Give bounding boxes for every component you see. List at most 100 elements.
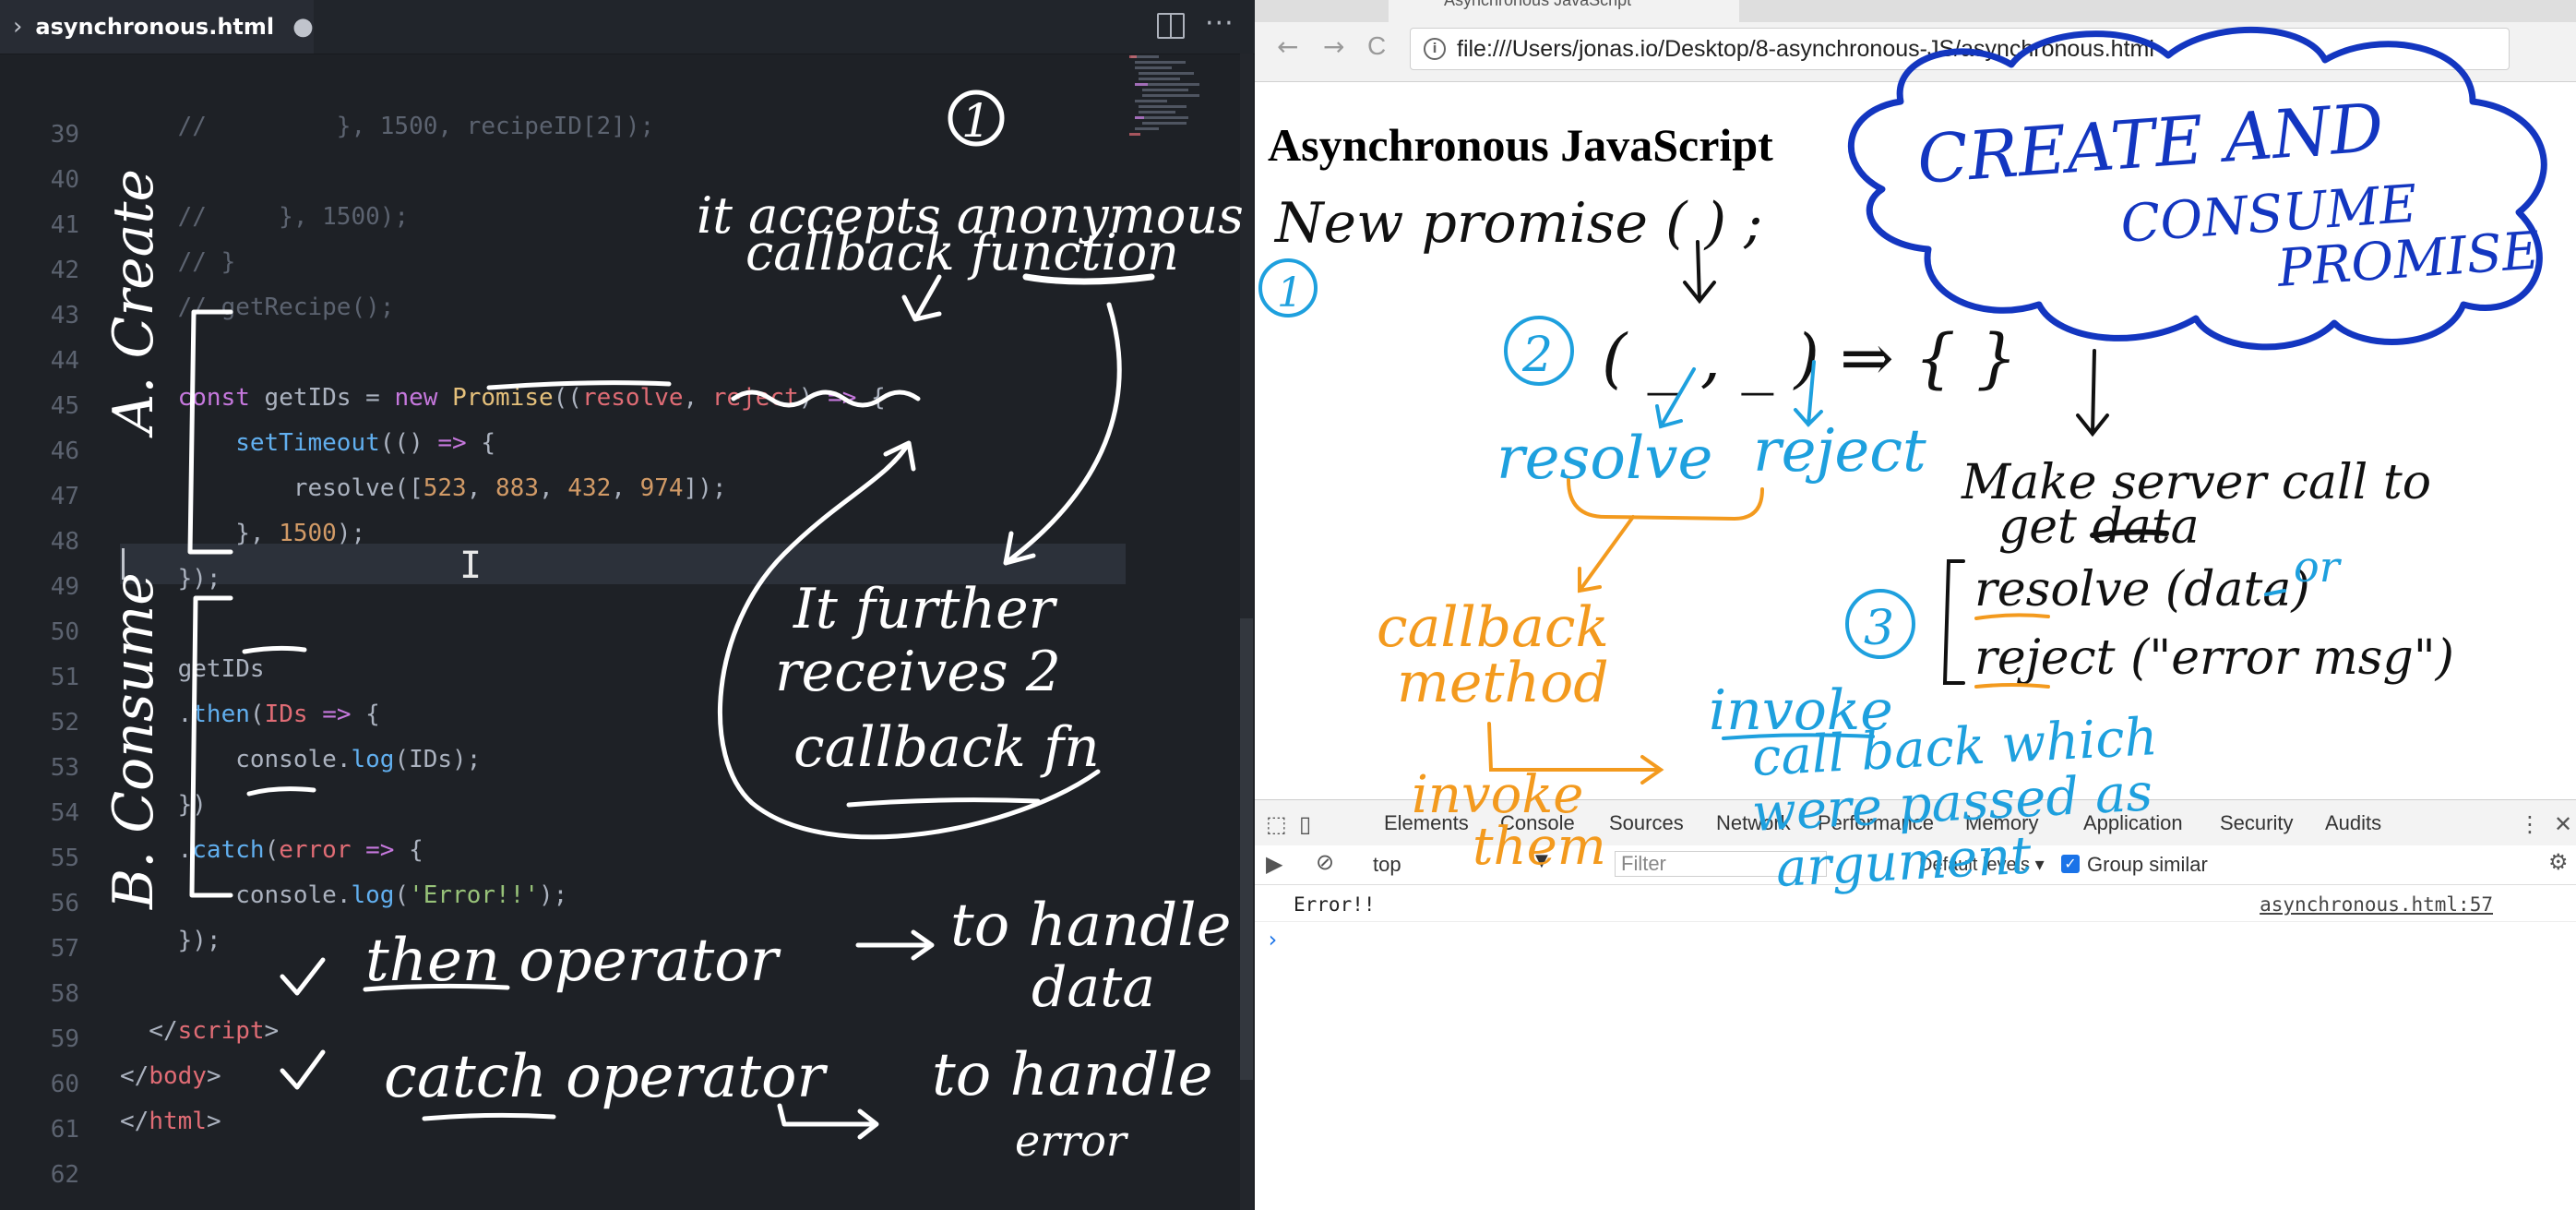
browser-tab[interactable]: Asynchronous JavaScript [1389, 0, 1739, 22]
code-token: getIDs [264, 384, 352, 412]
code-token: . [336, 881, 352, 909]
code-token: (( [553, 384, 582, 412]
code-token: }); [120, 927, 221, 954]
page-heading: Asynchronous JavaScript [1268, 119, 1773, 171]
code-token: > [206, 1062, 221, 1090]
code-token: }) [120, 791, 207, 819]
code-token: ( [394, 881, 410, 909]
tab-application[interactable]: Application [2083, 811, 2183, 835]
devtools-menu-icon[interactable]: ⋮ [2519, 811, 2541, 837]
tab-sources[interactable]: Sources [1609, 811, 1684, 835]
forward-arrow-icon[interactable]: → [1323, 31, 1344, 62]
tab-audits[interactable]: Audits [2325, 811, 2381, 835]
code-token: . [120, 836, 193, 864]
code-line[interactable]: </script> [120, 1011, 279, 1051]
code-token: 974 [639, 474, 684, 502]
code-line[interactable]: console.log(IDs); [120, 739, 481, 780]
chevron-down-icon[interactable]: ▼ [1535, 851, 1548, 870]
code-line[interactable]: }); [120, 558, 221, 599]
devtools-panel: ⬚ ▯ Elements Console Sources Network Per… [1255, 799, 2576, 1210]
code-token: // }, 1500); [120, 203, 410, 231]
code-line[interactable]: // } [120, 242, 236, 282]
tab-performance[interactable]: Performance [1818, 811, 1934, 835]
code-token: log [351, 746, 395, 773]
context-select[interactable]: top [1373, 853, 1559, 877]
code-line[interactable]: }) [120, 785, 207, 825]
minimap[interactable] [1127, 54, 1229, 201]
modified-dot-icon[interactable]: ● [292, 13, 314, 41]
console-prompt[interactable]: › [1266, 927, 1279, 952]
line-number-gutter: 39 40 41 42 43 44 45 46 47 48 49 50 51 52 53 54 55 56 57 58… [0, 54, 101, 1210]
log-levels-select[interactable]: Default levels ▾ [1919, 853, 2045, 876]
more-actions-icon[interactable]: ··· [1205, 7, 1234, 40]
code-token: Promise [452, 384, 554, 412]
clear-console-icon[interactable]: ⊘ [1316, 849, 1334, 875]
code-line[interactable]: }, 1500); [120, 513, 365, 554]
code-editor[interactable]: › asynchronous.html ● ··· 39 40 41 42 43 44 45… [0, 0, 1255, 1210]
show-sidebar-icon[interactable]: ▶ [1266, 851, 1282, 877]
tab-network[interactable]: Network [1716, 811, 1791, 835]
split-editor-icon[interactable] [1157, 13, 1185, 39]
code-line[interactable]: setTimeout(() => { [120, 423, 495, 463]
info-icon[interactable]: i [1424, 38, 1446, 60]
code-token: ]); [683, 474, 727, 502]
line-number: 46 [50, 437, 79, 465]
console-settings-icon[interactable]: ⚙ [2548, 849, 2569, 875]
code-token: </ [120, 1108, 149, 1135]
tab-security[interactable]: Security [2220, 811, 2293, 835]
code-line[interactable]: getIDs [120, 649, 265, 689]
code-line[interactable]: </html> [120, 1101, 221, 1142]
group-similar-checkbox[interactable]: ✓ [2061, 855, 2080, 873]
code-token: // }, 1500, recipeID[2]); [120, 113, 655, 140]
close-devtools-icon[interactable]: ✕ [2554, 811, 2572, 837]
address-bar[interactable]: i file:///Users/jonas.io/Desktop/8-async… [1410, 28, 2510, 70]
line-number: 53 [50, 754, 79, 782]
console-source-link[interactable]: asynchronous.html:57 [2260, 893, 2493, 916]
code-token: (() [379, 429, 438, 457]
line-number: 56 [50, 890, 79, 917]
code-token: ); [538, 881, 568, 909]
inspect-element-icon[interactable]: ⬚ [1266, 811, 1287, 837]
code-token: 523 [423, 474, 467, 502]
code-token: }, [120, 520, 280, 547]
line-number: 49 [50, 573, 79, 601]
tab-memory[interactable]: Memory [1965, 811, 2038, 835]
code-token: console [120, 881, 337, 909]
code-token: > [206, 1108, 221, 1135]
line-number: 62 [50, 1161, 79, 1189]
code-line[interactable]: </body> [120, 1056, 221, 1096]
line-number: 45 [50, 392, 79, 420]
code-token: => [828, 384, 857, 412]
console-filter-input[interactable]: Filter [1615, 851, 1827, 877]
code-line[interactable]: resolve([523, 883, 432, 974]); [120, 468, 727, 509]
code-token: // getRecipe(); [120, 294, 395, 321]
code-token: script [177, 1017, 265, 1045]
tab-elements[interactable]: Elements [1384, 811, 1469, 835]
device-toolbar-icon[interactable]: ▯ [1299, 811, 1311, 837]
code-token: catch [192, 836, 265, 864]
tab-console[interactable]: Console [1500, 811, 1575, 835]
code-token: . [336, 746, 352, 773]
url-text: file:///Users/jonas.io/Desktop/8-asynchr… [1457, 36, 2154, 62]
code-line[interactable]: .catch(error => { [120, 830, 423, 870]
console-message-row: Error!! asynchronous.html:57 [1255, 892, 2576, 922]
code-line[interactable]: // }, 1500, recipeID[2]); [120, 106, 655, 147]
code-token: setTimeout [120, 429, 380, 457]
code-line[interactable]: // }, 1500); [120, 197, 409, 237]
back-arrow-icon[interactable]: ← [1277, 31, 1298, 62]
editor-scroll-thumb[interactable] [1240, 618, 1253, 1080]
code-line[interactable]: }); [120, 920, 221, 961]
code-token: , [611, 474, 640, 502]
code-line[interactable]: const getIDs = new Promise((resolve, rej… [120, 377, 886, 418]
code-line[interactable]: console.log('Error!!'); [120, 875, 567, 916]
line-number: 47 [50, 483, 79, 510]
editor-tab[interactable]: › asynchronous.html ● [0, 0, 314, 54]
code-line[interactable]: .then(IDs => { [120, 694, 380, 735]
code-token: log [351, 881, 395, 909]
line-number: 48 [50, 528, 79, 556]
line-number: 57 [50, 935, 79, 963]
code-token: resolve [120, 474, 395, 502]
code-line[interactable]: // getRecipe(); [120, 287, 395, 328]
reload-icon[interactable]: C [1367, 31, 1386, 61]
